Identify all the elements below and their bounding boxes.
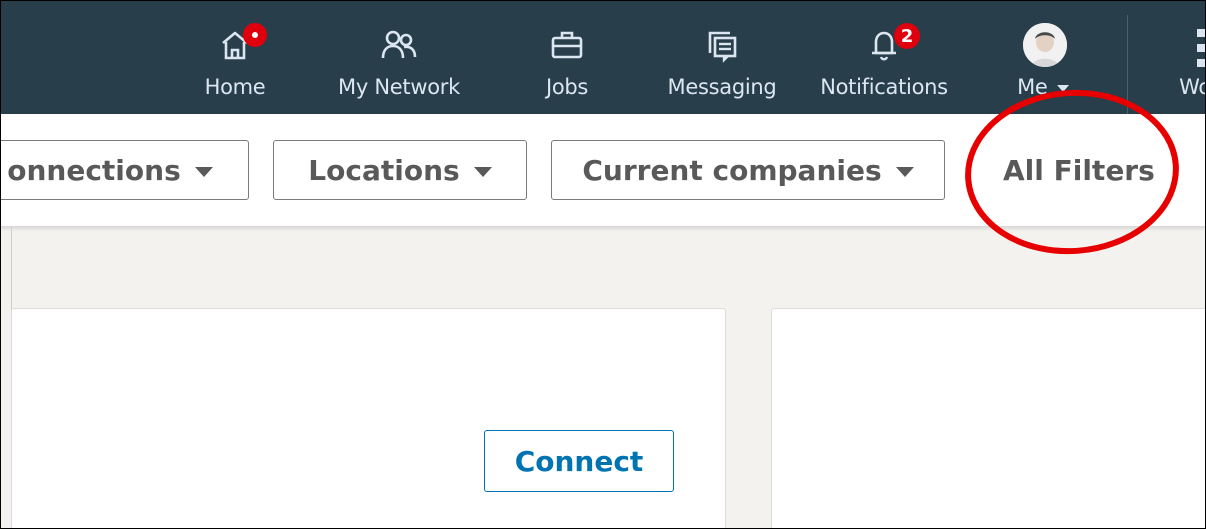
nav-item-my-network[interactable]: My Network <box>329 1 469 114</box>
nav-item-notifications[interactable]: 2 Notifications <box>811 1 957 114</box>
search-result-card: Connect <box>11 308 726 528</box>
connections-filter-button[interactable]: onnections <box>1 140 249 200</box>
briefcase-icon <box>547 25 587 65</box>
caret-down-icon <box>194 166 213 177</box>
nav-label-me: Me <box>1017 75 1069 99</box>
nav-label-home: Home <box>204 75 266 99</box>
locations-filter-button[interactable]: Locations <box>273 140 527 200</box>
caret-down-icon <box>895 166 914 177</box>
nav-label-me-text: Me <box>1017 75 1048 99</box>
side-panel-card <box>771 308 1205 528</box>
current-companies-filter-label: Current companies <box>582 153 882 187</box>
current-companies-filter-button[interactable]: Current companies <box>551 140 945 200</box>
chevron-down-icon <box>1056 84 1069 92</box>
locations-filter-label: Locations <box>308 153 460 187</box>
search-filter-bar: onnections Locations Current companies A… <box>1 114 1205 227</box>
connect-button[interactable]: Connect <box>484 430 674 492</box>
nav-item-messaging[interactable]: Messaging <box>661 1 783 114</box>
caret-down-icon <box>473 166 492 177</box>
nav-label-messaging: Messaging <box>667 75 777 99</box>
nav-divider <box>1127 15 1128 114</box>
nav-label-jobs: Jobs <box>545 75 589 99</box>
browser-viewport: Home My Network Jobs Messaging 2 Notific… <box>0 0 1206 529</box>
nav-item-work[interactable]: Wo <box>1161 1 1205 114</box>
nav-label-work: Wo <box>1179 75 1205 99</box>
nav-item-home[interactable]: Home <box>197 1 273 114</box>
grid-icon <box>1197 29 1205 67</box>
nav-label-my-network: My Network <box>338 75 460 99</box>
all-filters-button[interactable]: All Filters <box>1003 154 1155 187</box>
network-icon <box>379 25 419 65</box>
home-notification-badge <box>243 23 267 47</box>
nav-item-jobs[interactable]: Jobs <box>527 1 607 114</box>
nav-label-notifications: Notifications <box>820 75 948 99</box>
connections-filter-label: onnections <box>7 153 181 187</box>
nav-item-me[interactable]: Me <box>1001 1 1089 114</box>
avatar <box>1023 23 1067 67</box>
messaging-icon <box>702 25 742 65</box>
notifications-count-badge: 2 <box>894 23 920 49</box>
top-navigation-bar: Home My Network Jobs Messaging 2 Notific… <box>1 1 1205 114</box>
